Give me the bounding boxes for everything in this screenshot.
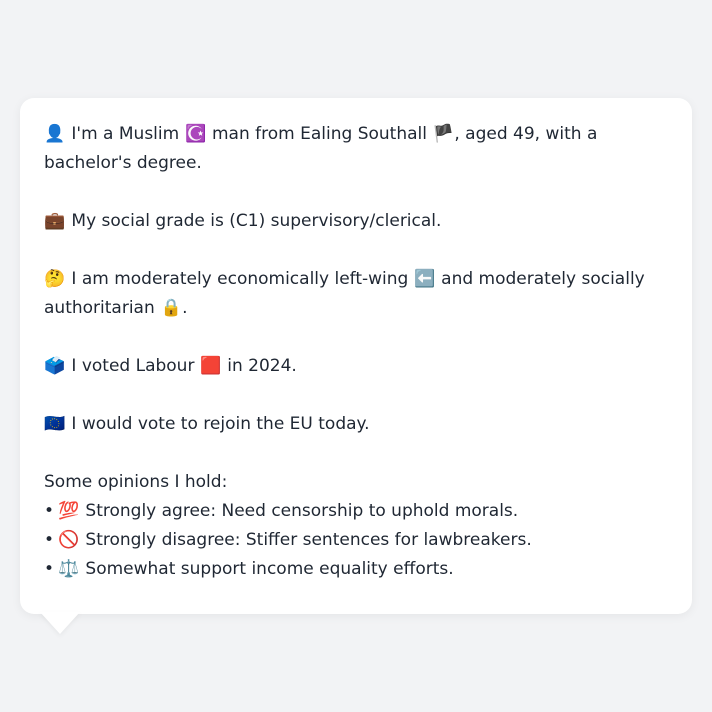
- politics-text-post: .: [182, 298, 188, 318]
- eu-line: 🇪🇺 I would vote to rejoin the EU today.: [44, 410, 668, 439]
- ballot-box-icon: 🗳️: [44, 356, 66, 376]
- opinion-text: Strongly disagree: Stiffer sentences for…: [85, 530, 532, 550]
- bullet: •: [44, 559, 55, 579]
- opinion-text: Somewhat support income equality efforts…: [85, 559, 454, 579]
- eu-flag-icon: 🇪🇺: [44, 414, 66, 434]
- social-grade-text: My social grade is (C1) supervisory/cler…: [71, 211, 442, 231]
- social-grade-line: 💼 My social grade is (C1) supervisory/cl…: [44, 207, 668, 236]
- bullet: •: [44, 530, 55, 550]
- bullet: •: [44, 501, 55, 521]
- identity-text-pre: I'm a Muslim: [71, 124, 185, 144]
- left-arrow-icon: ⬅️: [414, 269, 436, 289]
- identity-line: 👤 I'm a Muslim ☪️ man from Ealing Southa…: [44, 120, 668, 178]
- opinion-item: • 💯 Strongly agree: Need censorship to up…: [44, 497, 668, 526]
- red-square-icon: 🟥: [200, 356, 222, 376]
- opinion-item: • 🚫 Strongly disagree: Stiffer sentences …: [44, 526, 668, 555]
- opinions-heading: Some opinions I hold:: [44, 472, 228, 492]
- balance-scale-icon: ⚖️: [58, 559, 80, 579]
- opinion-text: Strongly agree: Need censorship to uphol…: [85, 501, 519, 521]
- chat-bubble-tail: [40, 612, 80, 634]
- briefcase-icon: 💼: [44, 211, 66, 231]
- identity-text-mid: man from Ealing Southall: [206, 124, 433, 144]
- thinking-face-icon: 🤔: [44, 269, 66, 289]
- crescent-star-icon: ☪️: [185, 124, 207, 144]
- chat-bubble: 👤 I'm a Muslim ☪️ man from Ealing Southa…: [20, 98, 692, 614]
- lock-icon: 🔒: [160, 298, 182, 318]
- eu-text: I would vote to rejoin the EU today.: [71, 414, 370, 434]
- opinion-item: • ⚖️ Somewhat support income equality eff…: [44, 555, 668, 584]
- hundred-points-icon: 💯: [58, 501, 80, 521]
- vote-line: 🗳️ I voted Labour 🟥 in 2024.: [44, 352, 668, 381]
- politics-text-pre: I am moderately economically left-wing: [71, 269, 414, 289]
- politics-line: 🤔 I am moderately economically left-wing…: [44, 265, 668, 323]
- england-flag-icon: 🏴: [432, 124, 454, 144]
- vote-text-pre: I voted Labour: [71, 356, 200, 376]
- person-icon: 👤: [44, 124, 66, 144]
- vote-text-post: in 2024.: [221, 356, 297, 376]
- prohibited-icon: 🚫: [58, 530, 80, 550]
